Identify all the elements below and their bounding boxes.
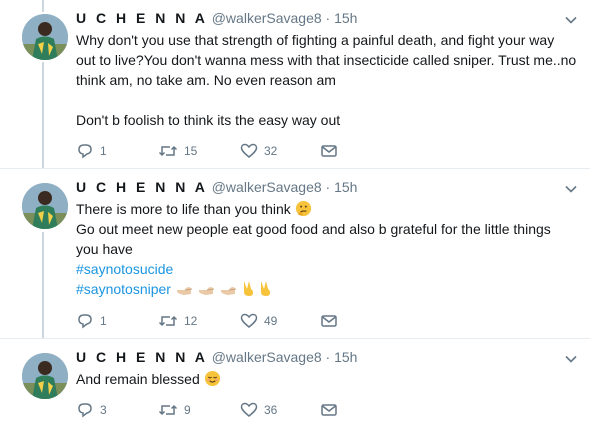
pointing-hand-emoji bbox=[176, 287, 192, 295]
separator: · bbox=[325, 10, 331, 26]
direct-message-button[interactable] bbox=[320, 142, 338, 160]
chevron-down-icon[interactable] bbox=[564, 352, 578, 366]
pointing-hand-emoji bbox=[198, 287, 214, 295]
tweet-text: There is more to life than you think Go … bbox=[76, 199, 581, 299]
heart-icon bbox=[240, 313, 258, 328]
pointing-hand-emoji bbox=[220, 287, 236, 295]
victory-hand-emoji bbox=[243, 281, 253, 296]
retweet-icon bbox=[158, 315, 178, 327]
tweet-text: And remain blessed bbox=[76, 369, 581, 389]
direct-message-button[interactable] bbox=[320, 401, 338, 419]
retweet-icon bbox=[158, 404, 178, 416]
like-button[interactable]: 32 bbox=[240, 142, 277, 160]
text-line: #saynotosucide bbox=[76, 259, 581, 279]
reply-icon bbox=[78, 314, 92, 329]
envelope-icon bbox=[321, 315, 337, 327]
user-handle[interactable]: @walkerSavage8 bbox=[212, 349, 322, 365]
like-count: 49 bbox=[264, 314, 278, 328]
user-handle[interactable]: @walkerSavage8 bbox=[212, 179, 322, 195]
reply-icon bbox=[78, 403, 92, 418]
reply-count: 3 bbox=[100, 403, 107, 417]
text-line: out to live?You don't wanna mess with th… bbox=[76, 52, 577, 68]
reply-count: 1 bbox=[100, 314, 107, 328]
timestamp[interactable]: 15h bbox=[334, 10, 357, 26]
chevron-down-icon[interactable] bbox=[564, 13, 578, 27]
reply-button[interactable]: 3 bbox=[76, 401, 107, 419]
direct-message-button[interactable] bbox=[320, 312, 338, 330]
text-line: think am, no take am. No even reason am bbox=[76, 72, 336, 88]
tweet[interactable]: U C H E N N A @walkerSavage8 · 15h And r… bbox=[0, 339, 590, 424]
text-line: And remain blessed bbox=[76, 369, 581, 389]
retweet-icon bbox=[158, 145, 178, 157]
display-name[interactable]: U C H E N N A bbox=[76, 10, 208, 26]
user-handle[interactable]: @walkerSavage8 bbox=[212, 10, 322, 26]
avatar[interactable] bbox=[22, 14, 68, 60]
avatar[interactable] bbox=[22, 353, 68, 399]
tweet[interactable]: U C H E N N A @walkerSavage8 · 15h There… bbox=[0, 169, 590, 337]
tweet[interactable]: U C H E N N A @walkerSavage8 · 15h Why d… bbox=[0, 0, 590, 167]
retweet-button[interactable]: 9 bbox=[158, 401, 191, 419]
text-line: Go out meet new people eat good food and… bbox=[76, 221, 551, 237]
hashtag-link[interactable]: #saynotosniper bbox=[76, 281, 171, 297]
timestamp[interactable]: 15h bbox=[334, 349, 357, 365]
display-name[interactable]: U C H E N N A bbox=[76, 179, 208, 195]
reply-button[interactable]: 1 bbox=[76, 142, 107, 160]
like-count: 36 bbox=[264, 403, 278, 417]
hashtag-link[interactable]: #saynotosucide bbox=[76, 261, 173, 277]
text-line bbox=[76, 90, 581, 110]
retweet-count: 9 bbox=[184, 403, 191, 417]
text-span: And remain blessed bbox=[76, 371, 200, 387]
retweet-count: 12 bbox=[184, 314, 198, 328]
reply-icon bbox=[78, 144, 92, 159]
retweet-button[interactable]: 12 bbox=[158, 312, 197, 330]
heart-icon bbox=[240, 402, 258, 417]
reply-button[interactable]: 1 bbox=[76, 312, 107, 330]
avatar[interactable] bbox=[22, 183, 68, 229]
like-button[interactable]: 49 bbox=[240, 312, 277, 330]
retweet-button[interactable]: 15 bbox=[158, 142, 197, 160]
text-line: There is more to life than you think bbox=[76, 199, 581, 219]
display-name[interactable]: U C H E N N A bbox=[76, 349, 208, 365]
relieved-face-emoji bbox=[204, 370, 220, 387]
text-line: you have bbox=[76, 241, 133, 257]
chevron-down-icon[interactable] bbox=[564, 182, 578, 196]
like-count: 32 bbox=[264, 144, 278, 158]
envelope-icon bbox=[321, 404, 337, 416]
tweet-header: U C H E N N A @walkerSavage8 · 15h bbox=[76, 348, 357, 366]
timestamp[interactable]: 15h bbox=[334, 179, 357, 195]
tweet-header: U C H E N N A @walkerSavage8 · 15h bbox=[76, 178, 357, 196]
text-span: There is more to life than you think bbox=[76, 201, 291, 217]
tweet-header: U C H E N N A @walkerSavage8 · 15h bbox=[76, 9, 357, 27]
tweet-text: Why don't you use that strength of fight… bbox=[76, 30, 581, 130]
text-line: Why don't you use that strength of fight… bbox=[76, 32, 555, 48]
envelope-icon bbox=[321, 145, 337, 157]
text-line: Don't b foolish to think its the easy wa… bbox=[76, 112, 341, 128]
separator: · bbox=[325, 179, 331, 195]
separator: · bbox=[325, 349, 331, 365]
reply-count: 1 bbox=[100, 144, 107, 158]
like-button[interactable]: 36 bbox=[240, 401, 277, 419]
retweet-count: 15 bbox=[184, 144, 198, 158]
heart-icon bbox=[240, 143, 258, 158]
thinking-face-emoji bbox=[295, 200, 311, 217]
victory-hand-emoji bbox=[261, 281, 271, 296]
text-line: #saynotosniper bbox=[76, 279, 581, 299]
